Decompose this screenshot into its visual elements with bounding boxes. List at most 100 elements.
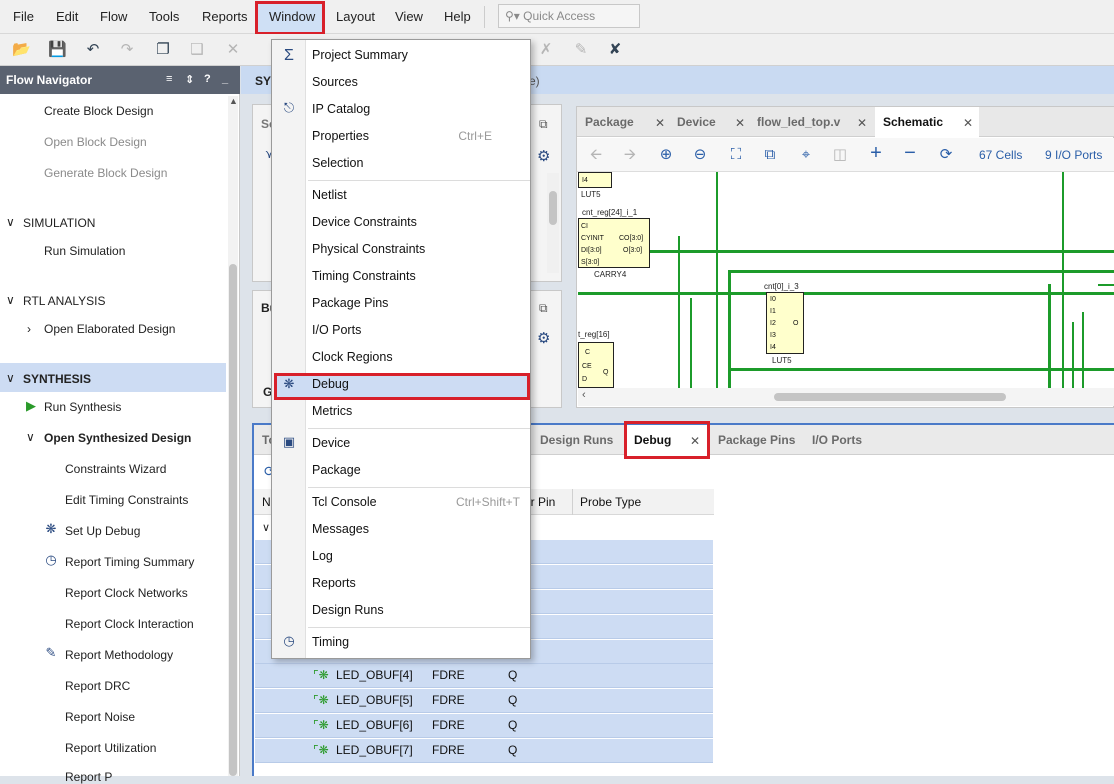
menu-item-log[interactable]: Log (312, 549, 333, 563)
chevron-down-icon[interactable]: ∨ (6, 215, 15, 229)
table-row[interactable]: ⌜❋ LED_OBUF[7] FDRE Q (255, 739, 713, 763)
cells-count-link[interactable]: 67 Cells (979, 148, 1022, 162)
nav-open-elaborated-design[interactable]: Open Elaborated Design (44, 322, 175, 336)
nav-report-timing-summary[interactable]: Report Timing Summary (65, 555, 194, 569)
nav-section-rtl-analysis[interactable]: RTL ANALYSIS (23, 294, 105, 308)
redo-icon[interactable]: ↷ (118, 41, 136, 59)
chevron-down-icon[interactable]: ∨ (26, 430, 35, 444)
col-name[interactable]: N (262, 495, 271, 509)
close-icon[interactable]: ✕ (963, 116, 973, 130)
menu-item-reports[interactable]: Reports (312, 576, 356, 590)
forward-icon[interactable]: 🡪 (621, 146, 639, 164)
nav-report-clock-networks[interactable]: Report Clock Networks (65, 586, 188, 600)
nav-section-synthesis[interactable]: SYNTHESIS (23, 372, 91, 386)
menu-view[interactable]: View (395, 9, 423, 24)
chevron-down-icon[interactable]: ∨ (262, 521, 270, 534)
nav-report-power[interactable]: Report P (65, 770, 112, 784)
nav-report-drc[interactable]: Report DRC (65, 679, 130, 693)
clear-markers-icon[interactable]: ✗ (537, 41, 555, 59)
zoom-in-icon[interactable]: ⊕ (657, 146, 675, 164)
close-icon[interactable]: ✕ (655, 116, 665, 130)
scroll-left-icon[interactable]: ‹ (582, 389, 586, 401)
menu-window[interactable]: Window (269, 9, 315, 24)
nav-run-simulation[interactable]: Run Simulation (44, 244, 125, 258)
minus-icon[interactable]: − (901, 143, 919, 163)
gear-icon[interactable]: ⚙ (537, 329, 550, 347)
cell-icon[interactable]: ◫ (831, 146, 849, 164)
minimize-icon[interactable]: _ (222, 73, 228, 85)
quick-access-input[interactable]: ⚲▾ Quick Access (498, 4, 640, 28)
ports-count-link[interactable]: 9 I/O Ports (1045, 148, 1102, 162)
menu-item-timing-constraints[interactable]: Timing Constraints (312, 269, 416, 283)
nav-open-block-design[interactable]: Open Block Design (44, 135, 147, 149)
plus-icon[interactable]: + (867, 143, 885, 163)
gear-icon[interactable]: ⚙ (537, 147, 550, 165)
schematic-canvas[interactable]: I4 LUT5 cnt_reg[24]_i_1 CI CYINIT DI[3:0… (578, 172, 1114, 388)
undo-icon[interactable]: ↶ (84, 41, 102, 59)
menu-layout[interactable]: Layout (336, 9, 375, 24)
menu-item-sources[interactable]: Sources (312, 75, 358, 89)
menu-item-physical-constraints[interactable]: Physical Constraints (312, 242, 425, 256)
nav-edit-timing-constraints[interactable]: Edit Timing Constraints (65, 493, 188, 507)
close-icon[interactable]: ✕ (857, 116, 867, 130)
menu-item-clock-regions[interactable]: Clock Regions (312, 350, 393, 364)
menu-item-package[interactable]: Package (312, 463, 361, 477)
ff-cell[interactable]: C CE D Q (578, 342, 614, 388)
nav-report-utilization[interactable]: Report Utilization (65, 741, 156, 755)
refresh-icon[interactable]: ⟳ (937, 146, 955, 164)
copy-icon[interactable]: ❐ (154, 41, 172, 59)
menu-file[interactable]: File (13, 9, 34, 24)
schematic-hscrollbar[interactable]: ‹ (578, 388, 1114, 406)
menu-item-project-summary[interactable]: Project Summary (312, 48, 408, 62)
menu-item-timing[interactable]: Timing (312, 635, 349, 649)
nav-run-synthesis[interactable]: Run Synthesis (44, 400, 121, 414)
menu-flow[interactable]: Flow (100, 9, 127, 24)
chevron-right-icon[interactable]: › (27, 322, 31, 336)
nav-generate-block-design[interactable]: Generate Block Design (44, 166, 167, 180)
lut-cell[interactable]: I0 I1 I2 I3 I4 O (766, 292, 804, 354)
lut-cell-top[interactable]: I4 (578, 172, 612, 188)
menu-item-metrics[interactable]: Metrics (312, 404, 352, 418)
tab-design-runs[interactable]: Design Runs (532, 425, 624, 455)
carry-cell[interactable]: CI CYINIT DI[3:0] S[3:0] CO[3:0] O[3:0] (578, 218, 650, 268)
close-icon[interactable]: ✕ (735, 116, 745, 130)
menu-item-io-ports[interactable]: I/O Ports (312, 323, 361, 337)
unmark-icon[interactable]: ✘ (606, 41, 624, 59)
save-icon[interactable]: 💾 (48, 41, 67, 59)
scroll-up-icon[interactable]: ▲ (229, 96, 238, 106)
tab-io-ports[interactable]: I/O Ports (804, 425, 876, 455)
back-icon[interactable]: 🡨 (587, 146, 605, 164)
tab-package-pins[interactable]: Package Pins (710, 425, 804, 455)
nav-section-simulation[interactable]: SIMULATION (23, 216, 95, 230)
chevron-down-icon[interactable]: ∨ (6, 293, 15, 307)
nav-scrollbar-thumb[interactable] (229, 264, 237, 776)
restore-icon[interactable]: ⧉ (539, 301, 548, 316)
menu-tools[interactable]: Tools (149, 9, 179, 24)
table-row[interactable]: ⌜❋ LED_OBUF[6] FDRE Q (255, 714, 713, 738)
menu-item-debug[interactable]: Debug (312, 377, 349, 391)
collapse-all-icon[interactable]: ≡ (166, 73, 172, 85)
menu-item-ip-catalog[interactable]: IP Catalog (312, 102, 370, 116)
col-probe-type[interactable]: Probe Type (580, 495, 641, 509)
menu-help[interactable]: Help (444, 9, 471, 24)
edit-icon[interactable]: ✎ (572, 41, 590, 59)
menu-item-tcl-console[interactable]: Tcl Console (312, 495, 377, 509)
nav-constraints-wizard[interactable]: Constraints Wizard (65, 462, 166, 476)
menu-item-selection[interactable]: Selection (312, 156, 363, 170)
menu-edit[interactable]: Edit (56, 9, 78, 24)
menu-item-messages[interactable]: Messages (312, 522, 369, 536)
menu-item-design-runs[interactable]: Design Runs (312, 603, 384, 617)
menu-item-device-constraints[interactable]: Device Constraints (312, 215, 417, 229)
nav-report-noise[interactable]: Report Noise (65, 710, 135, 724)
menu-item-device[interactable]: Device (312, 436, 350, 450)
fit-icon[interactable]: ⛶ (727, 146, 745, 164)
sources-scrollbar-thumb[interactable] (549, 191, 557, 225)
nav-report-clock-interaction[interactable]: Report Clock Interaction (65, 617, 194, 631)
crosshair-icon[interactable]: ⌖ (797, 146, 815, 164)
table-row[interactable]: ⌜❋ LED_OBUF[4] FDRE Q (255, 664, 713, 688)
zoom-out-icon[interactable]: ⊖ (691, 146, 709, 164)
nav-create-block-design[interactable]: Create Block Design (44, 104, 153, 118)
zoom-fit-selection-icon[interactable]: ⧉ (761, 146, 779, 164)
delete-icon[interactable]: ✕ (224, 41, 242, 59)
sort-icon[interactable]: ⇕ (185, 73, 194, 86)
